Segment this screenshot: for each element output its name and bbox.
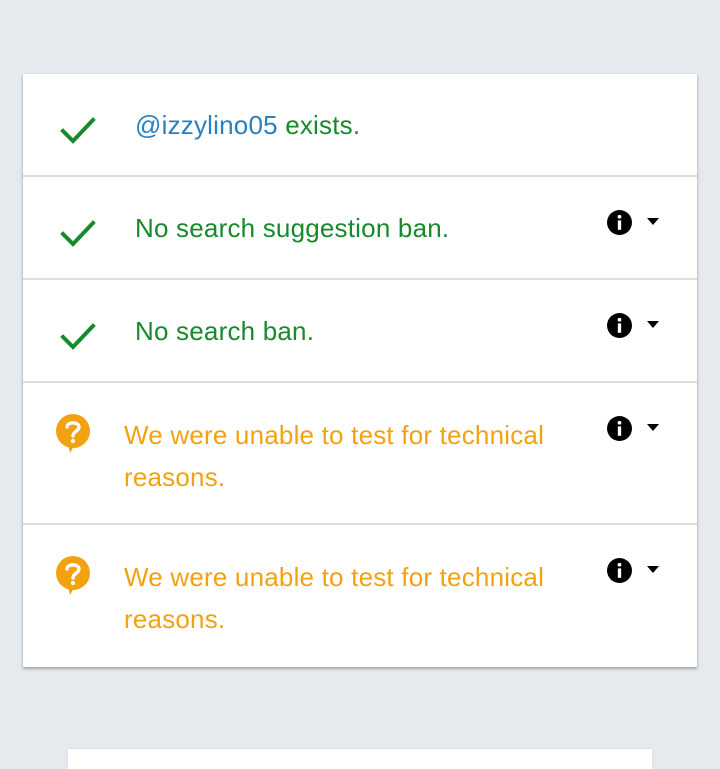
info-icon[interactable]: [607, 210, 632, 235]
caret-down-icon[interactable]: [647, 424, 659, 432]
result-row-unknown-1: We were unable to test for technical rea…: [23, 383, 697, 525]
caret-down-icon[interactable]: [647, 218, 659, 226]
result-text-suffix: exists.: [277, 110, 361, 140]
caret-down-icon[interactable]: [647, 321, 659, 329]
checkmark-icon: [60, 323, 96, 350]
result-row-unknown-2: We were unable to test for technical rea…: [23, 525, 697, 667]
checkmark-icon: [60, 220, 96, 247]
result-text: No search suggestion ban.: [135, 213, 450, 243]
info-icon[interactable]: [607, 558, 632, 583]
result-row-account-exists: @izzylino05 exists.: [23, 74, 697, 177]
question-bubble-icon: [56, 556, 90, 595]
question-bubble-icon: [56, 414, 90, 453]
result-text: We were unable to test for technical rea…: [124, 562, 545, 634]
result-row-search-suggestion-ban: No search suggestion ban.: [23, 177, 697, 280]
row-actions: [607, 413, 667, 443]
next-card: [68, 749, 652, 769]
info-icon[interactable]: [607, 313, 632, 338]
row-actions: [607, 310, 667, 340]
result-row-search-ban: No search ban.: [23, 280, 697, 383]
username-link[interactable]: @izzylino05: [135, 110, 278, 140]
checkmark-icon: [60, 117, 96, 144]
results-card: @izzylino05 exists. No search suggestion…: [23, 74, 697, 667]
result-text: No search ban.: [135, 316, 315, 346]
caret-down-icon[interactable]: [647, 566, 659, 574]
result-text: We were unable to test for technical rea…: [124, 420, 545, 492]
info-icon[interactable]: [607, 416, 632, 441]
row-actions: [607, 555, 667, 585]
result-text: @izzylino05 exists.: [135, 104, 360, 146]
row-actions: [607, 207, 667, 237]
